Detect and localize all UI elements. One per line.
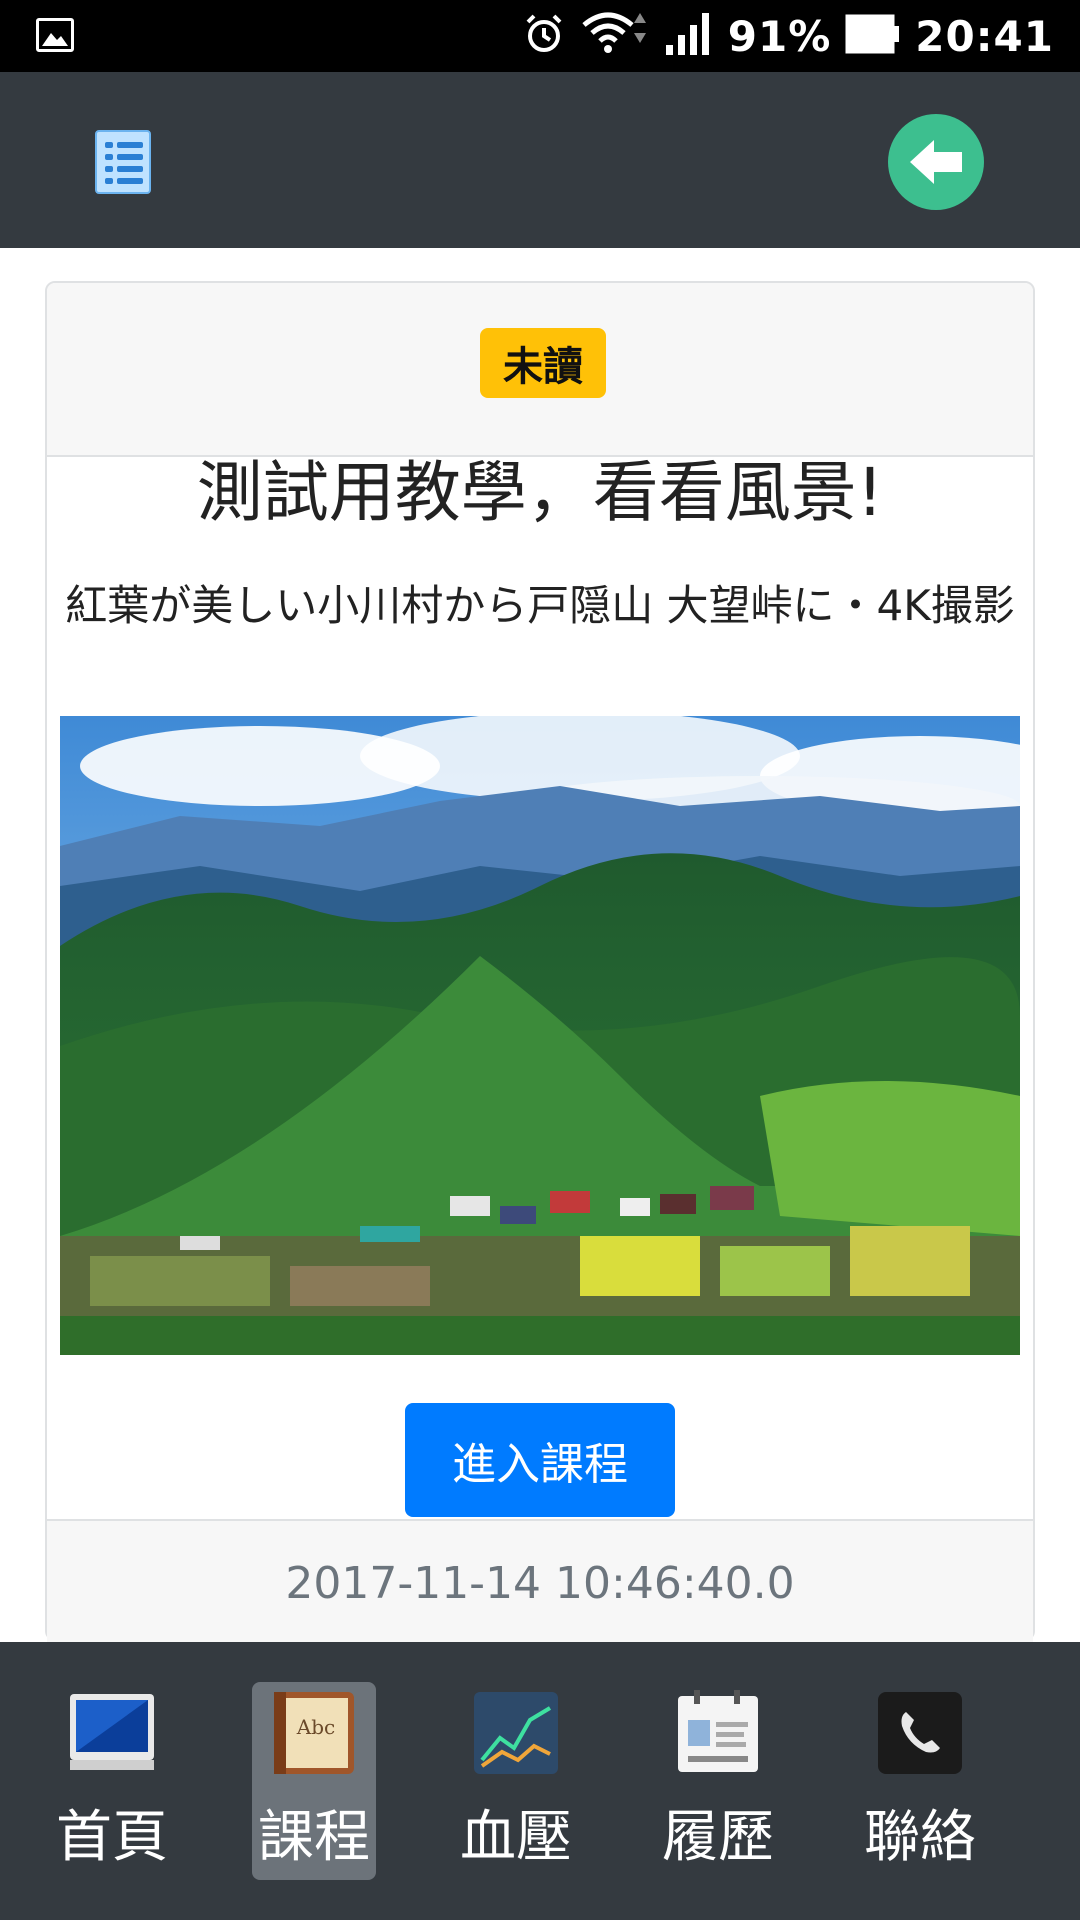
alarm-icon [522,12,566,60]
nav-label-home: 首頁 [56,1805,168,1870]
status-time: 20:41 [915,11,1054,61]
chart-icon [472,1690,560,1776]
course-title: 測試用教學，看看風景! [196,454,884,531]
nav-item-contact[interactable]: 聯絡 [858,1682,982,1880]
nav-item-home[interactable]: 首頁 [50,1682,174,1880]
card-header: 未讀 [47,283,1033,457]
svg-text:Abc: Abc [296,1715,335,1739]
unread-badge: 未讀 [480,328,606,398]
course-description: 紅葉が美しい小川村から戸隠山 大望峠に・4K撮影 [65,581,1015,630]
enter-course-button[interactable]: 進入課程 [405,1403,675,1517]
nav-label-history: 履歷 [662,1805,774,1870]
course-timestamp: 2017-11-14 10:46:40.0 [285,1558,795,1609]
monitor-icon [68,1690,156,1776]
battery-icon [845,14,901,58]
phone-icon [876,1690,964,1776]
id-card-icon [674,1690,762,1776]
signal-icon [664,11,714,61]
nav-item-courses[interactable]: Abc 課程 [252,1682,376,1880]
status-bar: 91% 20:41 [0,0,1080,72]
nav-label-blood-pressure: 血壓 [460,1805,572,1870]
nav-item-blood-pressure[interactable]: 血壓 [454,1682,578,1880]
nav-item-history[interactable]: 履歷 [656,1682,780,1880]
book-icon: Abc [270,1690,358,1776]
wifi-icon [580,9,650,63]
battery-percent: 91% [727,11,832,61]
nav-label-contact: 聯絡 [864,1805,976,1870]
nav-label-courses: 課程 [258,1805,370,1870]
course-image [60,716,1020,1355]
gallery-notification-icon [36,18,74,52]
bottom-nav: 首頁 Abc 課程 血壓 履歷 聯絡 [0,1642,1080,1920]
list-icon[interactable] [95,130,151,194]
back-arrow-icon[interactable] [888,114,984,210]
status-right: 91% 20:41 [522,0,1054,72]
app-header [0,72,1080,248]
